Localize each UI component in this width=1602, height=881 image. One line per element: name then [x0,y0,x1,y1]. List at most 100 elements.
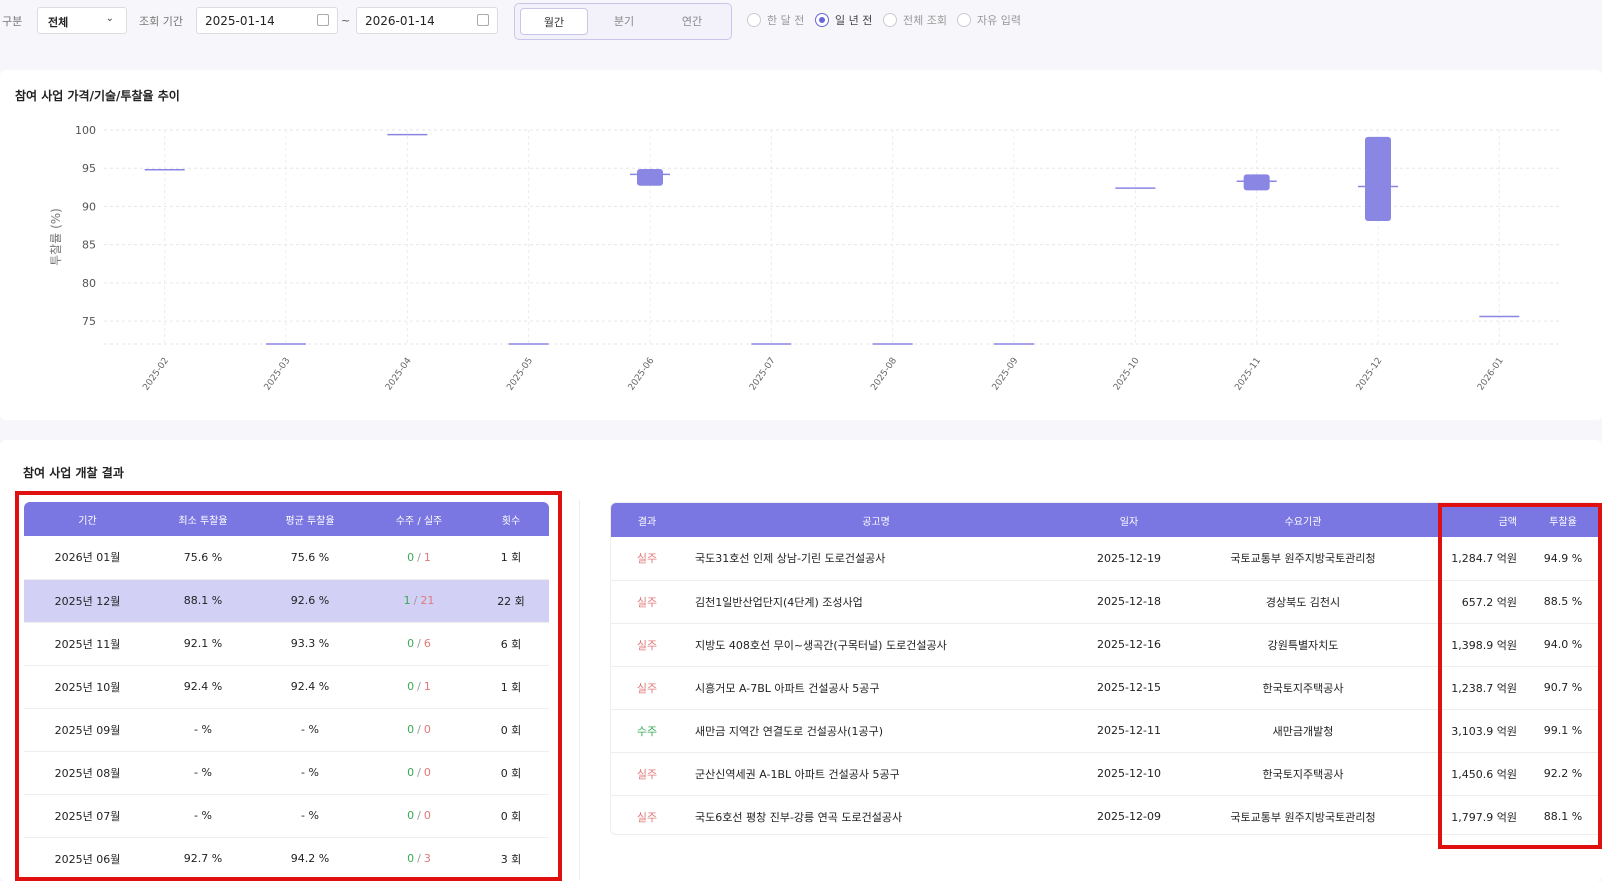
segment-yearly[interactable]: 연간 [658,8,726,35]
lose-count: 3 [423,852,431,865]
col-min: 최소 투찰율 [151,502,255,536]
x-tick-label: 2025-06 [627,356,657,393]
y-tick-label: 95 [82,162,96,175]
calendar-icon[interactable] [477,14,489,26]
radio-one-month[interactable]: 한 달 전 [747,12,804,28]
summary-winlose: 0/0 [365,794,473,838]
summary-row[interactable]: 2025년 06월 92.7 % 94.2 % 0/3 3 회 [24,837,549,881]
slash: / [417,680,421,693]
summary-period: 2026년 01월 [24,536,151,580]
lose-count: 0 [423,766,431,779]
summary-winlose: 0/1 [365,665,473,709]
detail-rate: 90.7 % [1525,666,1601,710]
summary-count: 1 회 [473,536,549,580]
detail-agency: 새만금개발청 [1189,709,1417,753]
x-tick-label: 2025-12 [1355,356,1385,393]
col-period: 기간 [24,502,151,536]
detail-row[interactable]: 수주 새만금 지역간 연결도로 건설공사(1공구) 2025-12-11 새만금개발청… [611,709,1601,753]
period-segment: 월간 분기 연간 [514,3,732,40]
col-avg: 평균 투찰율 [255,502,365,536]
summary-winlose: 0/6 [365,622,473,666]
x-tick-label: 2025-10 [1112,356,1142,393]
summary-count: 6 회 [473,622,549,666]
summary-row[interactable]: 2025년 11월 92.1 % 93.3 % 0/6 6 회 [24,622,549,666]
col-rate: 투찰율 [1525,503,1601,537]
summary-row[interactable]: 2026년 01월 75.6 % 75.6 % 0/1 1 회 [24,536,549,580]
detail-date: 2025-12-10 [1069,752,1189,796]
summary-period: 2025년 10월 [24,665,151,709]
segment-monthly[interactable]: 월간 [520,8,588,35]
slash: / [417,550,421,564]
summary-period: 2025년 08월 [24,751,151,795]
detail-result: 수주 [611,709,683,753]
detail-table: 결과 공고명 일자 수요기관 금액 투찰율 실주 국도31호선 인제 상남-기린 … [611,503,1601,834]
detail-row[interactable]: 실주 시흥거모 A-7BL 아파트 건설공사 5공구 2025-12-15 한국토지주… [611,666,1601,710]
summary-row[interactable]: 2025년 07월 - % - % 0/0 0 회 [24,794,549,838]
x-tick-label: 2025-08 [869,356,899,393]
detail-name: 군산신역세권 A-1BL 아파트 건설공사 5공구 [683,752,1069,796]
summary-winlose: 0/1 [365,536,473,580]
summary-period: 2025년 06월 [24,837,151,881]
candle-body [637,168,663,186]
col-name: 공고명 [683,503,1069,537]
summary-min: - % [151,708,255,752]
col-amount: 금액 [1417,503,1525,537]
x-tick-label: 2025-07 [748,356,778,393]
summary-avg: - % [255,708,365,752]
detail-row[interactable]: 실주 국도6호선 평창 진부-강릉 연곡 도로건설공사 2025-12-09 국토교통… [611,795,1601,834]
slash: / [413,594,418,607]
summary-winlose: 0/0 [365,708,473,752]
lose-count: 0 [423,723,431,736]
summary-count: 0 회 [473,708,549,752]
summary-min: 92.7 % [151,837,255,881]
summary-avg: 93.3 % [255,622,365,666]
date-from-value: 2025-01-14 [205,14,275,28]
detail-row[interactable]: 실주 군산신역세권 A-1BL 아파트 건설공사 5공구 2025-12-10 한국토… [611,752,1601,796]
win-count: 0 [407,637,415,650]
summary-row[interactable]: 2025년 08월 - % - % 0/0 0 회 [24,751,549,795]
x-tick-label: 2025-09 [991,356,1021,393]
summary-row[interactable]: 2025년 12월 88.1 % 92.6 % 1/21 22 회 [24,579,549,623]
summary-avg: 75.6 % [255,536,365,580]
y-axis-label: 투찰률 (%) [49,208,63,266]
calendar-icon[interactable] [317,14,329,26]
detail-amount: 1,450.6 억원 [1417,752,1525,796]
x-tick-label: 2025-02 [141,356,171,393]
date-to-input[interactable]: 2026-01-14 [356,7,498,34]
radio-custom[interactable]: 자유 입력 [957,12,1021,28]
category-select[interactable]: 전체 ⌄ [37,7,127,34]
summary-min: 88.1 % [151,579,255,623]
summary-min: 92.1 % [151,622,255,666]
segment-quarterly[interactable]: 분기 [590,8,658,35]
radio-label: 자유 입력 [977,14,1021,27]
detail-name: 김천1일반산업단지(4단계) 조성사업 [683,580,1069,624]
y-tick-label: 75 [82,315,96,328]
chart-card: 참여 사업 가격/기술/투찰율 추이 75 80 85 90 95 100 2025-02 2… [0,70,1602,420]
summary-row[interactable]: 2025년 09월 - % - % 0/0 0 회 [24,708,549,752]
radio-all[interactable]: 전체 조회 [883,12,947,28]
radio-one-year[interactable]: 일 년 전 [815,12,872,28]
summary-min: - % [151,751,255,795]
win-count: 0 [407,550,415,564]
date-from-input[interactable]: 2025-01-14 [196,7,338,34]
summary-count: 22 회 [473,579,549,623]
summary-count: 0 회 [473,794,549,838]
summary-avg: 92.6 % [255,579,365,623]
slash: / [417,766,421,779]
detail-row[interactable]: 실주 김천1일반산업단지(4단계) 조성사업 2025-12-18 경상북도 김천시 6… [611,580,1601,624]
candle-body [1365,136,1391,221]
results-card: 참여 사업 개찰 결과 기간 최소 투찰율 평균 투찰율 수주 / 실주 횟수 … [0,440,1602,881]
summary-table: 기간 최소 투찰율 평균 투찰율 수주 / 실주 횟수 2026년 01월 75.… [24,502,549,881]
radio-icon [815,13,829,27]
summary-min: 75.6 % [151,536,255,580]
summary-count: 3 회 [473,837,549,881]
detail-date: 2025-12-16 [1069,623,1189,667]
detail-rate: 92.2 % [1525,752,1601,796]
x-tick-label: 2026-01 [1476,356,1506,393]
summary-row[interactable]: 2025년 10월 92.4 % 92.4 % 0/1 1 회 [24,665,549,709]
lose-count: 0 [423,809,431,822]
detail-row[interactable]: 실주 국도31호선 인제 상남-기린 도로건설공사 2025-12-19 국토교통부 … [611,537,1601,581]
detail-result: 실주 [611,795,683,834]
detail-row[interactable]: 실주 지방도 408호선 무이~생곡간(구목터널) 도로건설공사 2025-12-1… [611,623,1601,667]
slash: / [417,723,421,736]
